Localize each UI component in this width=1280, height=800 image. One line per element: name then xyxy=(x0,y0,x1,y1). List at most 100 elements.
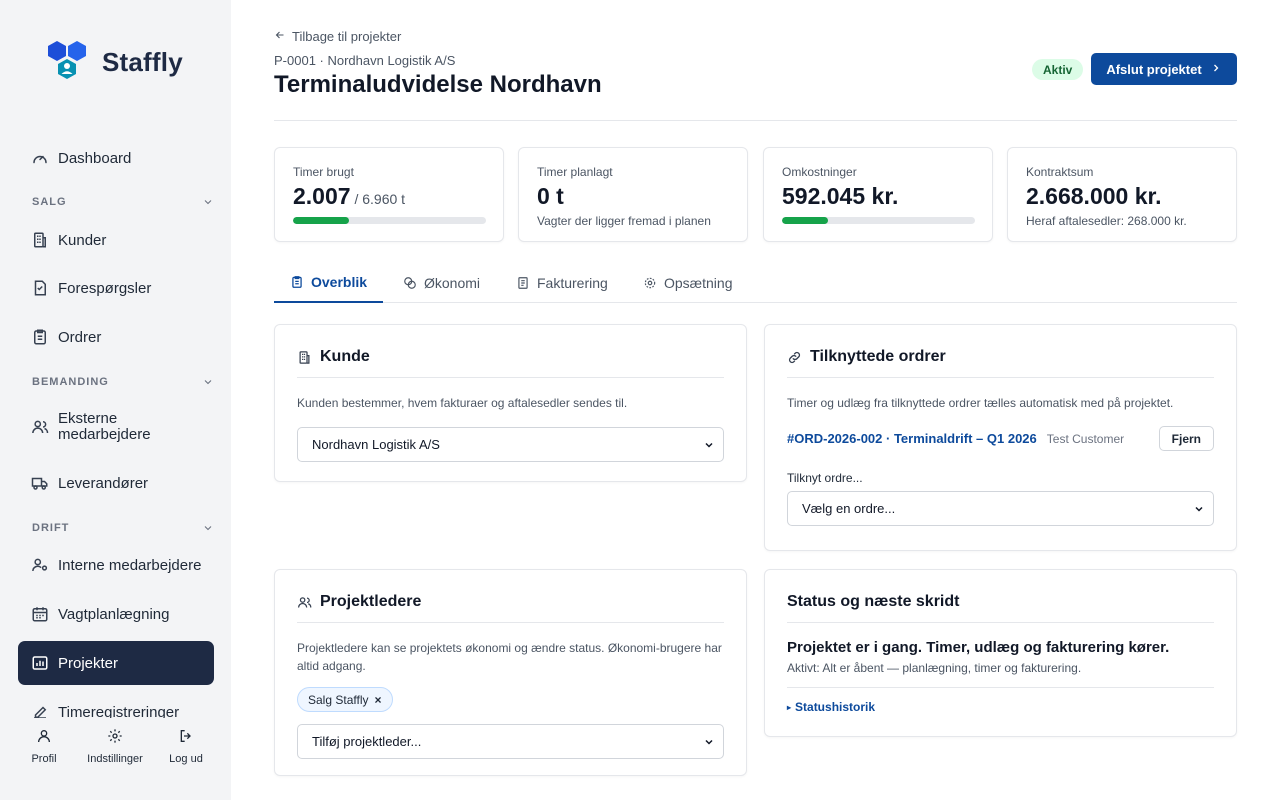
staffly-logo-icon xyxy=(48,41,86,79)
chevron-down-icon xyxy=(705,442,713,448)
card-title: Status og næste skridt xyxy=(787,593,960,610)
brand-logo[interactable]: Staffly xyxy=(46,40,183,84)
sidebar-item-ordrer[interactable]: Ordrer xyxy=(18,315,214,359)
page-title: Terminaludvidelse Nordhavn xyxy=(274,71,602,98)
gear-icon xyxy=(643,276,657,290)
sidebar-item-leverandoerer[interactable]: Leverandører xyxy=(18,461,214,505)
linked-order-customer: Test Customer xyxy=(1046,431,1125,446)
tab-label: Overblik xyxy=(311,273,368,290)
sidebar-item-label: Kunder xyxy=(58,231,107,249)
users-icon xyxy=(31,418,49,436)
inquiry-icon xyxy=(31,279,49,297)
back-to-projects-link[interactable]: Tilbage til projekter xyxy=(274,29,401,44)
status-history-toggle[interactable]: ▸ Statushistorik xyxy=(787,700,1214,714)
sidebar-item-forespoergsler[interactable]: Forespørgsler xyxy=(18,266,214,310)
attach-order-select[interactable]: Vælg en ordre... xyxy=(787,491,1214,526)
chevron-down-icon xyxy=(204,380,212,385)
logout-icon xyxy=(178,726,194,746)
sidebar-item-label: Leverandører xyxy=(58,474,149,492)
brand-name: Staffly xyxy=(102,46,183,77)
status-divider xyxy=(787,687,1214,688)
sidebar-item-eksterne-medarbejdere[interactable]: Eksterne medarbejdere xyxy=(18,401,214,453)
gear-icon xyxy=(107,726,123,746)
chevron-down-icon xyxy=(1195,506,1203,512)
tab-oekonomi[interactable]: Økonomi xyxy=(387,262,496,303)
close-project-label: Afslut projektet xyxy=(1106,61,1202,77)
remove-manager-button[interactable]: × xyxy=(374,693,381,707)
chevron-down-icon xyxy=(705,739,713,745)
stat-label: Kontraktsum xyxy=(1026,165,1094,179)
card-divider xyxy=(787,622,1214,623)
section-drift[interactable]: DRIFT xyxy=(32,522,214,534)
profile-label: Profil xyxy=(31,753,57,765)
sidebar-item-dashboard[interactable]: Dashboard xyxy=(18,136,214,180)
sidebar-item-label: Eksterne medarbejdere xyxy=(58,410,151,443)
arrow-left-icon xyxy=(274,29,286,44)
sidebar-item-vagtplanlaegning[interactable]: Vagtplanlægning xyxy=(18,592,214,636)
user-icon xyxy=(36,726,52,746)
section-label: DRIFT xyxy=(32,522,70,534)
customer-card: Kunde Kunden bestemmer, hvem fakturaer o… xyxy=(274,324,747,482)
building-icon xyxy=(297,350,312,365)
linked-order-link[interactable]: #ORD-2026-002 · Terminaldrift – Q1 2026 xyxy=(787,431,1037,446)
tab-overblik[interactable]: Overblik xyxy=(274,262,383,303)
card-title-label: Kunde xyxy=(320,348,370,365)
sidebar-item-label: Projekter xyxy=(58,654,119,672)
sidebar-item-label: Forespørgsler xyxy=(58,279,152,297)
stat-value: 0 t xyxy=(537,183,564,209)
stat-value: 592.045 kr. xyxy=(782,183,899,209)
truck-icon xyxy=(31,474,49,492)
customer-select-value: Nordhavn Logistik A/S xyxy=(312,437,440,452)
sidebar-item-label: Interne medarbejdere xyxy=(58,556,202,574)
users-icon xyxy=(297,595,312,610)
card-divider xyxy=(297,622,724,623)
status-headline: Projektet er i gang. Timer, udlæg og fak… xyxy=(787,639,1170,656)
cost-progress-bar xyxy=(782,217,975,224)
stat-sub: Heraf aftalesedler: 268.000 kr. xyxy=(1026,214,1187,228)
user-gear-icon xyxy=(31,556,49,574)
status-subtext: Aktivt: Alt er åbent — planlægning, time… xyxy=(787,661,1082,675)
chevron-right-icon xyxy=(1210,62,1222,77)
settings-button[interactable]: Indstillinger xyxy=(85,726,145,765)
project-subtitle: P-0001 · Nordhavn Logistik A/S xyxy=(274,53,456,68)
card-title: Projektledere xyxy=(297,592,724,612)
tab-label: Økonomi xyxy=(424,274,481,291)
project-managers-card: Projektledere Projektledere kan se proje… xyxy=(274,569,747,776)
sidebar-item-interne-medarbejdere[interactable]: Interne medarbejdere xyxy=(18,543,214,587)
card-title-label: Tilknyttede ordrer xyxy=(810,348,946,365)
profile-button[interactable]: Profil xyxy=(14,726,74,765)
customer-select[interactable]: Nordhavn Logistik A/S xyxy=(297,427,724,462)
tab-fakturering[interactable]: Fakturering xyxy=(500,262,624,303)
add-manager-select[interactable]: Tilføj projektleder... xyxy=(297,724,724,759)
coins-icon xyxy=(403,276,417,290)
invoice-icon xyxy=(516,276,530,290)
stat-label: Timer brugt xyxy=(293,165,354,179)
project-chart-icon xyxy=(31,654,49,672)
tab-label: Opsætning xyxy=(664,274,733,291)
sidebar-footer: Profil Indstillinger Log ud xyxy=(0,718,231,800)
sidebar-item-kunder[interactable]: Kunder xyxy=(18,218,214,262)
logout-button[interactable]: Log ud xyxy=(156,726,216,765)
stat-label: Omkostninger xyxy=(782,165,857,179)
section-salg[interactable]: SALG xyxy=(32,196,214,208)
section-label: SALG xyxy=(32,196,67,208)
card-description: Projektledere kan se projektets økonomi … xyxy=(297,641,722,673)
caret-right-icon: ▸ xyxy=(787,702,792,712)
remove-order-button[interactable]: Fjern xyxy=(1158,426,1214,451)
sidebar-item-projekter[interactable]: Projekter xyxy=(18,641,214,685)
section-bemanding[interactable]: BEMANDING xyxy=(32,376,214,388)
chevron-down-icon xyxy=(204,526,212,531)
building-icon xyxy=(31,231,49,249)
section-label: BEMANDING xyxy=(32,376,109,388)
card-divider xyxy=(297,377,724,378)
tab-opsaetning[interactable]: Opsætning xyxy=(627,262,748,303)
clipboard-icon xyxy=(31,328,49,346)
chevron-down-icon xyxy=(204,200,212,205)
link-icon xyxy=(787,350,802,365)
status-history-label: Statushistorik xyxy=(795,700,876,714)
hours-progress-bar xyxy=(293,217,486,224)
sidebar-item-label: Dashboard xyxy=(58,149,132,167)
stat-card-omkostninger: Omkostninger 592.045 kr. xyxy=(763,147,993,242)
add-manager-select-value: Tilføj projektleder... xyxy=(312,734,422,749)
close-project-button[interactable]: Afslut projektet xyxy=(1091,53,1237,85)
